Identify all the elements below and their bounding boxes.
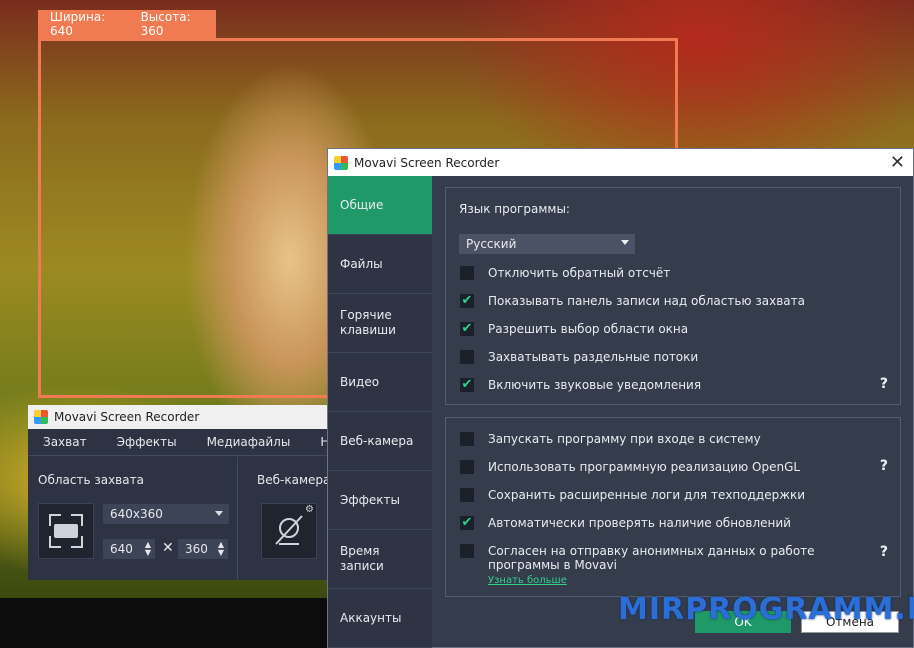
sidebar-item-video[interactable]: Видео: [328, 353, 432, 412]
option-auto-update-check[interactable]: ✔ Автоматически проверять наличие обновл…: [460, 516, 791, 530]
sidebar-item-general[interactable]: Общие: [328, 176, 432, 235]
option-label: Захватывать раздельные потоки: [488, 350, 699, 364]
chevron-down-icon: [621, 240, 629, 245]
sidebar-item-files[interactable]: Файлы: [328, 235, 432, 294]
option-label: Запускать программу при входе в систему: [488, 432, 761, 446]
sidebar-item-label: Аккаунты: [340, 610, 402, 625]
option-label: Автоматически проверять наличие обновлен…: [488, 516, 791, 530]
checkbox[interactable]: [460, 266, 474, 280]
checkbox[interactable]: ✔: [460, 378, 474, 392]
width-value: 640: [110, 542, 133, 556]
height-stepper[interactable]: 360 ▲ ▼: [178, 539, 228, 559]
option-text-block: Согласен на отправку анонимных данных о …: [488, 544, 863, 588]
option-software-opengl[interactable]: Использовать программную реализацию Open…: [460, 460, 800, 474]
learn-more-link[interactable]: Узнать больше: [488, 575, 567, 586]
sidebar-item-label: Файлы: [340, 256, 383, 271]
movavi-app-icon: [334, 155, 348, 170]
general-options-panel: Язык программы: Русский Отключить обратн…: [445, 187, 901, 405]
close-icon[interactable]: ✕: [890, 152, 905, 173]
recorder-menubar: Захват Эффекты Медиафайлы Настр: [28, 429, 358, 456]
checkbox[interactable]: [460, 460, 474, 474]
settings-dialog-titlebar[interactable]: Movavi Screen Recorder ✕: [328, 149, 913, 176]
option-sound-notifications[interactable]: ✔ Включить звуковые уведомления: [460, 378, 701, 392]
option-extended-logs[interactable]: Сохранить расширенные логи для техподдер…: [460, 488, 805, 502]
sidebar-item-label: Время записи: [340, 544, 384, 573]
capture-height-label: Высота: 360: [140, 10, 191, 38]
height-value: 360: [185, 542, 208, 556]
sidebar-item-label: Общие: [340, 197, 384, 212]
checkbox[interactable]: [460, 544, 474, 558]
option-label: Использовать программную реализацию Open…: [488, 460, 801, 474]
option-window-area-select[interactable]: ✔ Разрешить выбор области окна: [460, 322, 688, 336]
option-label: Отключить обратный отсчёт: [488, 266, 671, 280]
resolution-dropdown[interactable]: 640x360: [103, 504, 229, 524]
option-label: Разрешить выбор области окна: [488, 322, 689, 336]
checkbox[interactable]: ✔: [460, 516, 474, 530]
movavi-app-icon: [34, 410, 48, 424]
capture-width-label: Ширина: 640: [50, 10, 106, 38]
language-value: Русский: [466, 237, 517, 251]
resolution-value: 640x360: [110, 507, 163, 521]
sidebar-item-hotkeys[interactable]: Горячие клавиши: [328, 294, 432, 353]
option-label: Показывать панель записи над областью за…: [488, 294, 805, 308]
help-icon[interactable]: ?: [880, 458, 888, 474]
sidebar-item-label: Видео: [340, 374, 380, 389]
language-dropdown[interactable]: Русский: [459, 234, 635, 254]
system-options-panel: Запускать программу при входе в систему …: [445, 417, 901, 597]
option-anonymous-data[interactable]: Согласен на отправку анонимных данных о …: [460, 544, 863, 588]
sidebar-item-label: Горячие клавиши: [340, 308, 396, 337]
checkbox[interactable]: ✔: [460, 294, 474, 308]
option-label: Сохранить расширенные логи для техподдер…: [488, 488, 806, 502]
option-run-at-login[interactable]: Запускать программу при входе в систему: [460, 432, 761, 446]
recorder-panel-titlebar[interactable]: Movavi Screen Recorder: [28, 405, 338, 429]
select-capture-area-button[interactable]: [38, 503, 94, 559]
checkbox[interactable]: [460, 432, 474, 446]
stepper-arrows-icon[interactable]: ▲ ▼: [218, 541, 224, 557]
settings-dialog: Movavi Screen Recorder ✕ Общие Файлы Гор…: [327, 148, 914, 648]
screen-icon: [54, 524, 78, 538]
gear-icon[interactable]: ⚙: [305, 504, 314, 515]
checkbox[interactable]: ✔: [460, 322, 474, 336]
times-sign: ✕: [162, 540, 174, 556]
menu-media-files[interactable]: Медиафайлы: [207, 435, 291, 449]
settings-sidebar: Общие Файлы Горячие клавиши Видео Веб-ка…: [328, 176, 432, 648]
option-disable-countdown[interactable]: Отключить обратный отсчёт: [460, 266, 670, 280]
menu-effects[interactable]: Эффекты: [117, 435, 177, 449]
webcam-heading: Веб-камера: [257, 473, 331, 487]
width-stepper[interactable]: 640 ▲ ▼: [103, 539, 155, 559]
menu-capture[interactable]: Захват: [43, 435, 87, 449]
stepper-arrows-icon[interactable]: ▲ ▼: [145, 541, 151, 557]
capture-area-heading: Область захвата: [38, 473, 144, 487]
sidebar-item-accounts[interactable]: Аккаунты: [328, 589, 432, 648]
language-label: Язык программы:: [459, 202, 570, 216]
sidebar-item-recording-time[interactable]: Время записи: [328, 530, 432, 589]
help-icon[interactable]: ?: [880, 544, 888, 560]
capture-size-label: Ширина: 640 Высота: 360: [38, 10, 216, 38]
webcam-toggle-button[interactable]: ⚙: [261, 503, 317, 559]
option-show-record-panel[interactable]: ✔ Показывать панель записи над областью …: [460, 294, 805, 308]
option-label: Согласен на отправку анонимных данных о …: [488, 544, 815, 572]
help-icon[interactable]: ?: [880, 376, 888, 392]
watermark-logo: MIRPROGRAMM.RU: [618, 592, 914, 627]
option-label: Включить звуковые уведомления: [488, 378, 702, 392]
sidebar-item-webcam[interactable]: Веб-камера: [328, 412, 432, 471]
recorder-panel-title: Movavi Screen Recorder: [54, 410, 200, 424]
sidebar-item-label: Эффекты: [340, 492, 400, 507]
checkbox[interactable]: [460, 488, 474, 502]
sidebar-item-label: Веб-камера: [340, 433, 414, 448]
option-separate-streams[interactable]: Захватывать раздельные потоки: [460, 350, 698, 364]
settings-dialog-title: Movavi Screen Recorder: [354, 155, 500, 170]
checkbox[interactable]: [460, 350, 474, 364]
chevron-down-icon: [215, 511, 223, 516]
sidebar-item-effects[interactable]: Эффекты: [328, 471, 432, 530]
panel-divider: [237, 457, 238, 580]
recorder-panel-window: Movavi Screen Recorder Захват Эффекты Ме…: [28, 405, 358, 580]
